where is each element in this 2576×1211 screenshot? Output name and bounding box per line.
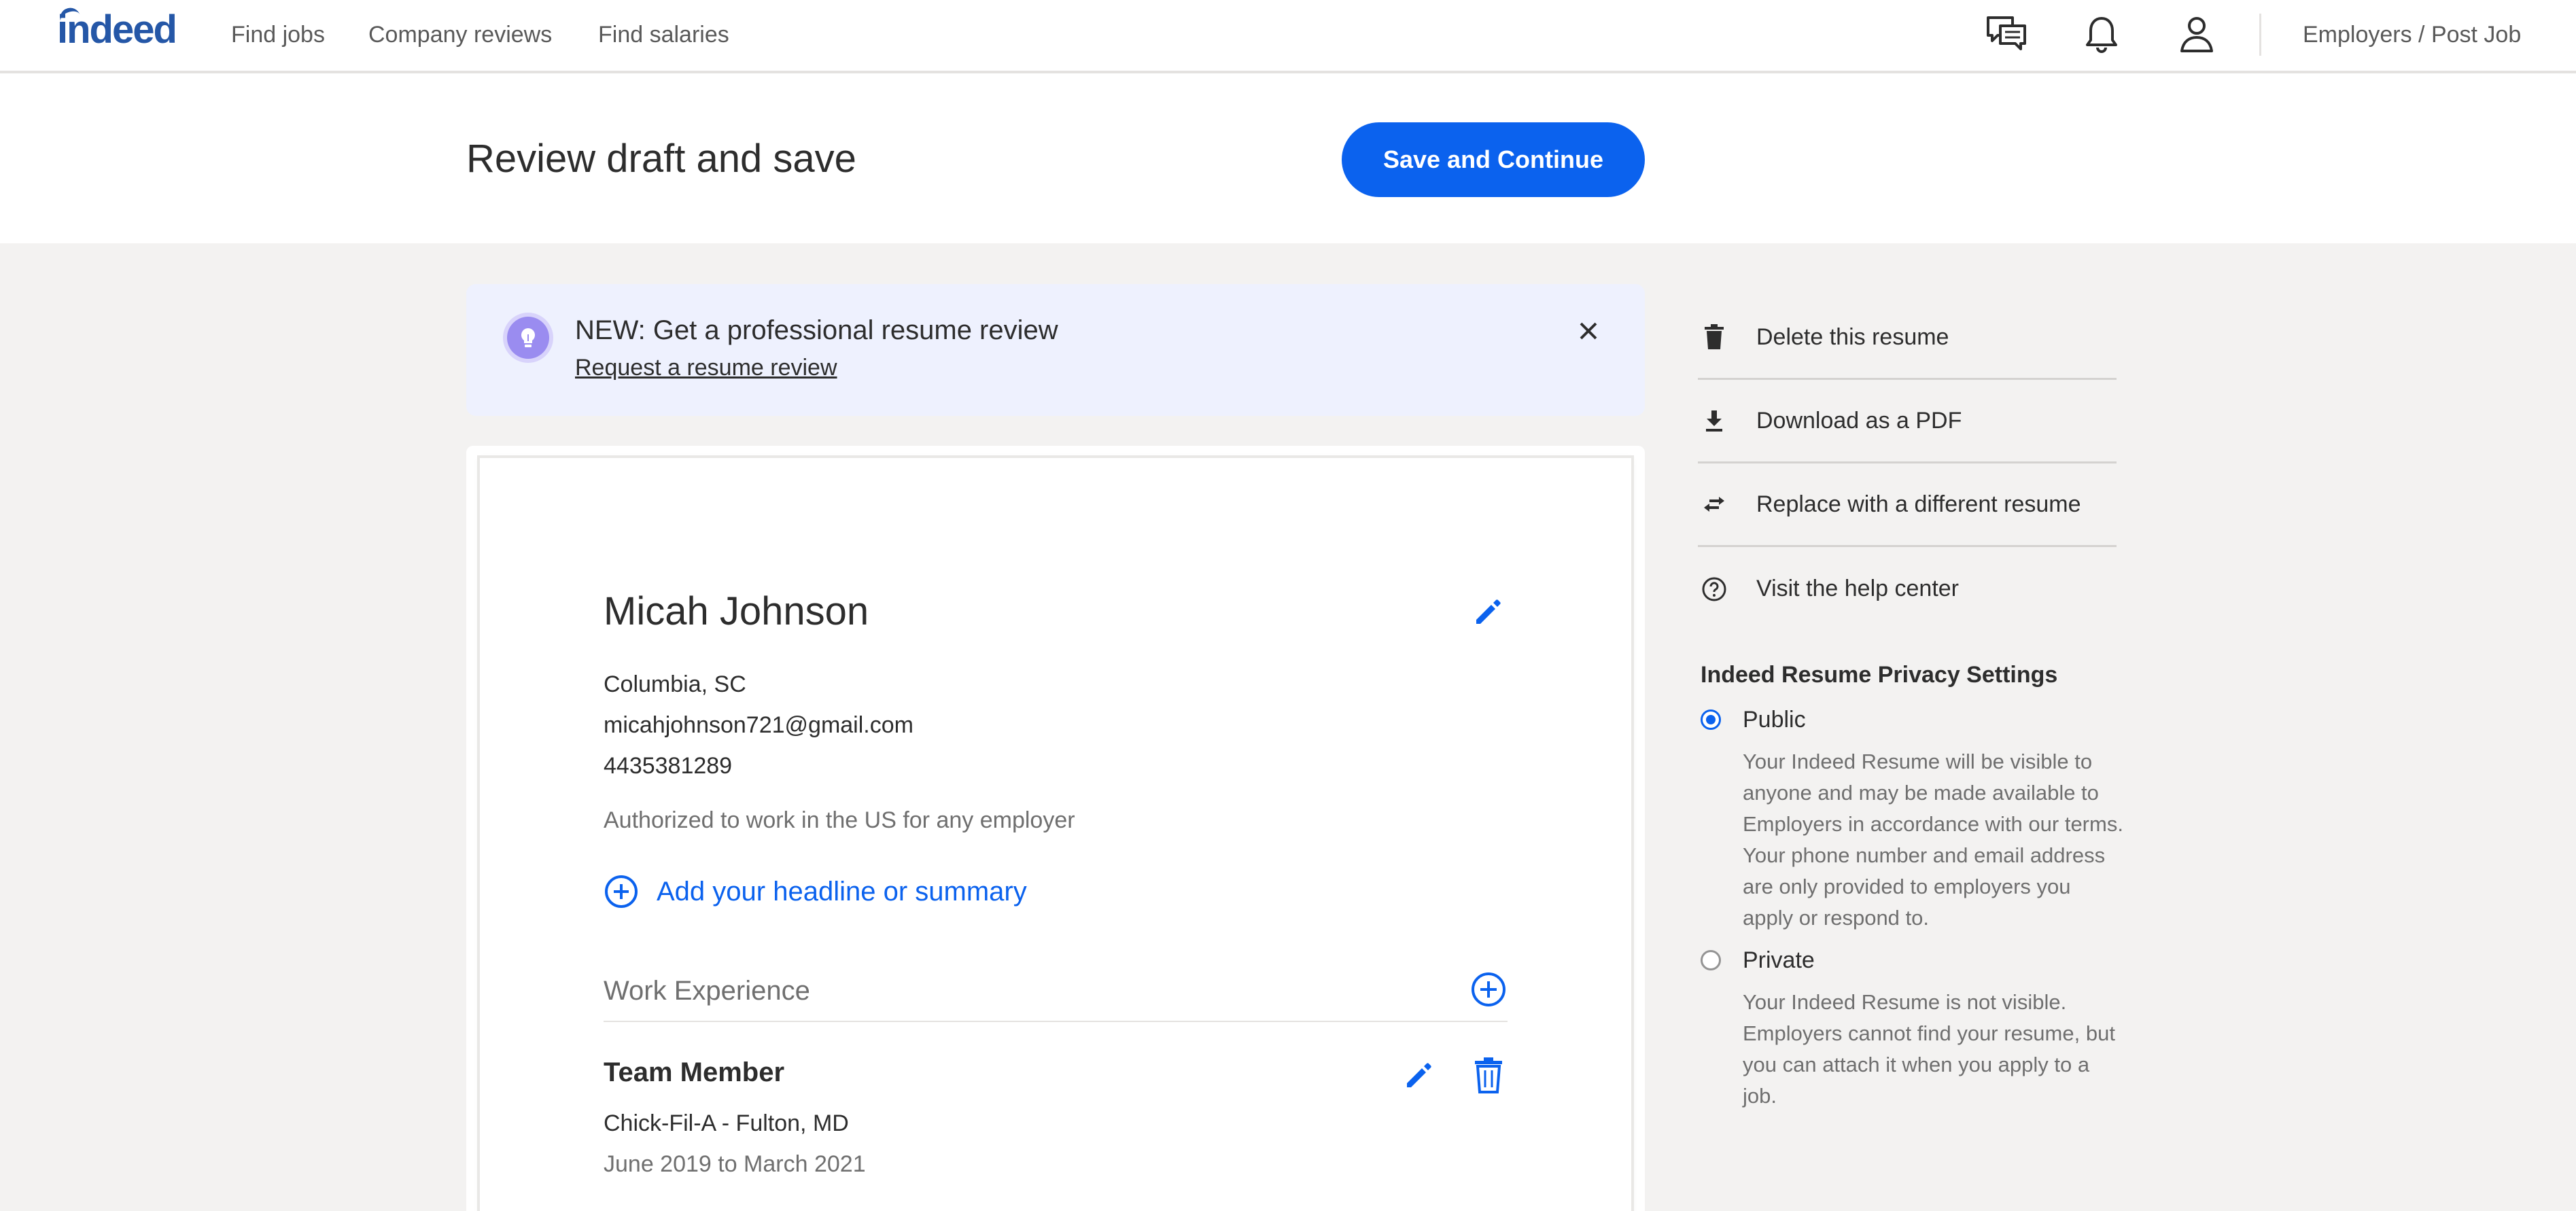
add-work-experience-icon[interactable] [1468, 969, 1509, 1010]
indeed-logo[interactable]: indeed [57, 5, 177, 52]
private-label: Private [1743, 947, 1815, 973]
lightbulb-icon [507, 317, 549, 359]
nav-divider [2259, 14, 2261, 56]
privacy-settings-title: Indeed Resume Privacy Settings [1701, 662, 2058, 688]
delete-resume-action[interactable]: Delete this resume [1698, 296, 2117, 380]
top-navigation: indeed Find jobs Company reviews Find sa… [0, 0, 2576, 73]
help-circle-icon [1699, 574, 1729, 604]
add-headline-button[interactable]: Add your headline or summary [604, 874, 1027, 909]
replace-resume-action[interactable]: Replace with a different resume [1698, 463, 2117, 547]
edit-job-pencil-icon[interactable] [1399, 1055, 1440, 1095]
download-icon [1699, 406, 1729, 436]
delete-resume-label: Delete this resume [1756, 323, 1949, 350]
work-authorization: Authorized to work in the US for any emp… [604, 807, 1075, 833]
download-pdf-label: Download as a PDF [1756, 407, 1962, 434]
nav-company-reviews[interactable]: Company reviews [368, 22, 552, 48]
page-title: Review draft and save [466, 137, 856, 181]
swap-arrows-icon [1699, 489, 1729, 519]
save-and-continue-button[interactable]: Save and Continue [1342, 122, 1645, 197]
download-pdf-action[interactable]: Download as a PDF [1698, 380, 2117, 463]
privacy-settings: Indeed Resume Privacy Settings Public Yo… [1701, 662, 2123, 1108]
trash-icon [1699, 322, 1729, 352]
add-headline-label: Add your headline or summary [657, 876, 1027, 907]
candidate-name: Micah Johnson [604, 589, 869, 633]
job-title: Team Member [604, 1057, 785, 1087]
public-label: Public [1743, 706, 1806, 733]
resume-review-banner: NEW: Get a professional resume review Re… [466, 284, 1645, 416]
private-radio[interactable] [1701, 950, 1721, 970]
add-circle-icon [605, 875, 638, 908]
messages-icon[interactable] [1985, 12, 2028, 56]
help-center-label: Visit the help center [1756, 576, 1959, 601]
candidate-location: Columbia, SC [604, 671, 746, 697]
account-user-icon[interactable] [2175, 12, 2218, 56]
title-band: Review draft and save Save and Continue [0, 73, 2576, 243]
work-experience-title: Work Experience [604, 976, 810, 1006]
resume-actions: Delete this resume Download as a PDF Rep… [1698, 296, 2117, 631]
nav-find-salaries[interactable]: Find salaries [598, 22, 729, 48]
candidate-phone: 4435381289 [604, 753, 733, 779]
nav-employers-post-job[interactable]: Employers / Post Job [2303, 22, 2521, 48]
private-description: Your Indeed Resume is not visible. Emplo… [1743, 990, 2115, 1108]
privacy-option-private[interactable]: Private [1701, 947, 1815, 973]
public-description: Your Indeed Resume will be visible to an… [1743, 750, 2123, 930]
public-radio[interactable] [1701, 709, 1721, 730]
request-resume-review-link[interactable]: Request a resume review [575, 355, 837, 381]
edit-pencil-icon[interactable] [1468, 591, 1509, 632]
section-divider [604, 1021, 1508, 1022]
job-dates: June 2019 to March 2021 [604, 1151, 866, 1177]
close-icon[interactable] [1571, 314, 1605, 348]
nav-find-jobs[interactable]: Find jobs [231, 22, 325, 48]
resume-document: Micah Johnson Columbia, SC micahjohnson7… [480, 458, 1631, 1211]
resume-card: Micah Johnson Columbia, SC micahjohnson7… [466, 446, 1645, 1211]
replace-resume-label: Replace with a different resume [1756, 491, 2081, 517]
banner-title: NEW: Get a professional resume review [575, 315, 1058, 345]
job-company: Chick-Fil-A - Fulton, MD [604, 1110, 849, 1136]
help-center-action[interactable]: Visit the help center [1698, 547, 2117, 631]
privacy-option-public[interactable]: Public [1701, 707, 1806, 733]
delete-job-trash-icon[interactable] [1468, 1055, 1509, 1095]
notifications-bell-icon[interactable] [2080, 12, 2123, 56]
candidate-email: micahjohnson721@gmail.com [604, 712, 913, 738]
